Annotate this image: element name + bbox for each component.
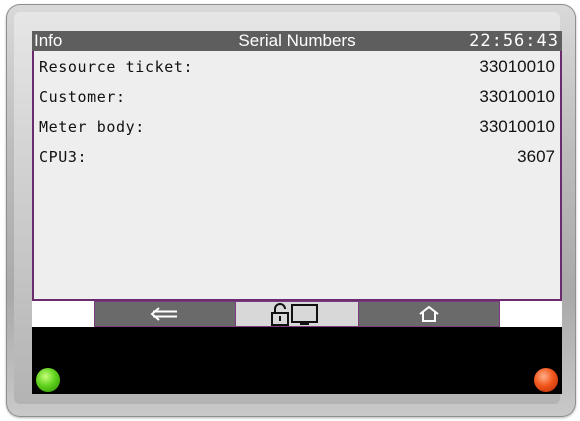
unlock-display-button[interactable] [235, 301, 359, 327]
row-value: 33010010 [479, 87, 555, 106]
back-button[interactable] [94, 301, 236, 327]
header-bar: Info Serial Numbers 22:56:43 [32, 31, 562, 51]
row-value: 33010010 [479, 57, 555, 76]
row-label: CPU3: [39, 148, 88, 166]
clock: 22:56:43 [469, 31, 559, 51]
row-value: 3607 [517, 147, 555, 166]
row-value: 33010010 [479, 117, 555, 136]
row-cpu3: CPU3: 3607 [34, 145, 560, 171]
home-button[interactable] [358, 301, 500, 327]
bottom-panel [32, 327, 562, 394]
back-arrow-icon [150, 307, 177, 321]
home-icon [419, 305, 439, 322]
row-resource-ticket: Resource ticket: 33010010 [34, 55, 560, 81]
display-screen: Info Serial Numbers 22:56:43 Resource ti… [32, 31, 562, 394]
row-label: Resource ticket: [39, 58, 194, 76]
row-label: Customer: [39, 88, 126, 106]
unlock-display-icon [271, 303, 318, 326]
row-customer: Customer: 33010010 [34, 85, 560, 111]
row-meter-body: Meter body: 33010010 [34, 115, 560, 141]
navigation-bar [32, 301, 562, 327]
red-status-led [534, 368, 558, 392]
green-status-led [36, 368, 60, 392]
row-label: Meter body: [39, 118, 145, 136]
serial-numbers-panel: Resource ticket: 33010010 Customer: 3301… [32, 51, 562, 301]
